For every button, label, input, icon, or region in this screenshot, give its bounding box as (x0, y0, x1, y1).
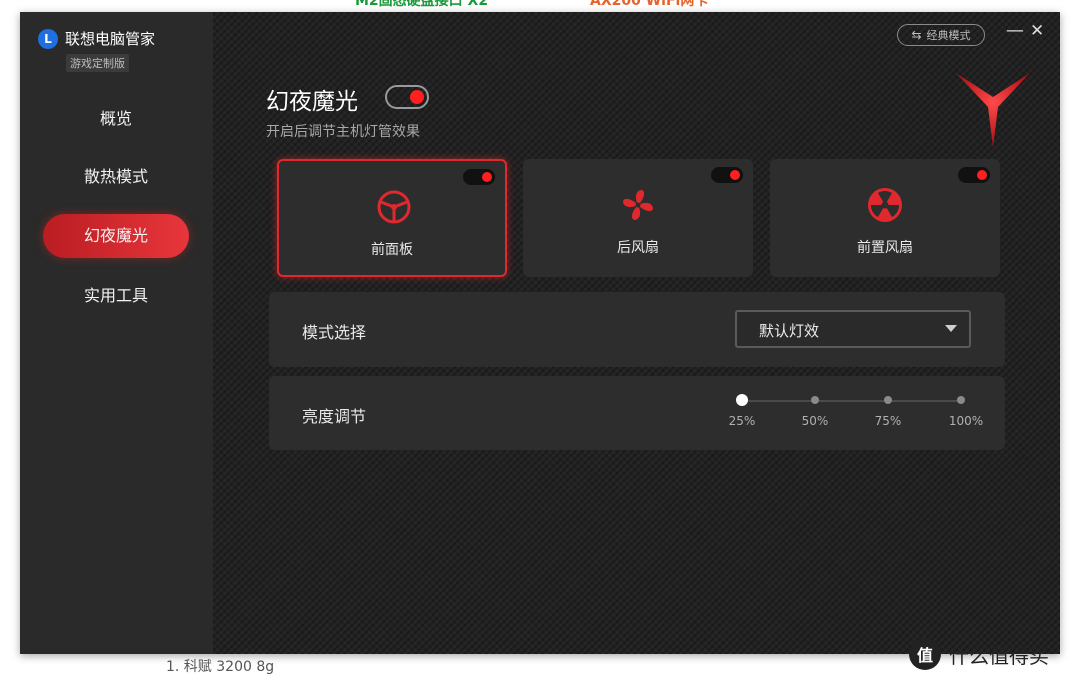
classic-mode-button[interactable]: ⇆ 经典模式 (897, 24, 985, 46)
mode-select-label: 模式选择 (302, 323, 367, 342)
front-fan-toggle[interactable] (958, 167, 990, 183)
page-title: 幻夜魔光 (266, 89, 358, 115)
sidebar: L 联想电脑管家 游戏定制版 概览 散热模式 幻夜魔光 实用工具 (20, 12, 213, 654)
legion-y-logo-icon (956, 73, 1030, 147)
lighting-master-toggle[interactable] (385, 85, 429, 109)
watermark-text: 什么值得买 (949, 643, 1049, 668)
switch-arrows-icon: ⇆ (911, 28, 922, 42)
brightness-row: 亮度调节 25% 50% 75% 100% (269, 376, 1005, 450)
zone-card-front-fan[interactable]: 前置风扇 (770, 159, 1000, 277)
brightness-label: 亮度调节 (302, 407, 367, 426)
sidebar-item-lighting[interactable]: 幻夜魔光 (43, 214, 189, 258)
page-description: 开启后调节主机灯管效果 (266, 124, 420, 140)
main-panel: ⇆ 经典模式 — ✕ 幻夜魔光 开启后调节主机灯管效果 前面板 后风扇 前置风扇… (213, 12, 1060, 654)
background-heading-left: M2固态硬盘接口 X2 (355, 0, 489, 9)
brightness-level-label: 100% (948, 414, 984, 428)
sidebar-item-tools[interactable]: 实用工具 (43, 274, 189, 318)
zone-card-front-panel[interactable]: 前面板 (277, 159, 507, 277)
zone-card-rear-fan[interactable]: 后风扇 (523, 159, 753, 277)
smzdm-logo-icon: 值 (909, 638, 941, 670)
brand: L 联想电脑管家 (38, 28, 155, 49)
front-panel-toggle[interactable] (463, 169, 495, 185)
brightness-step-75[interactable] (884, 396, 892, 404)
sidebar-item-overview[interactable]: 概览 (43, 97, 189, 141)
toggle-knob (730, 170, 740, 180)
classic-mode-label: 经典模式 (926, 29, 971, 42)
lenovo-logo-icon: L (38, 28, 58, 49)
brightness-step-50[interactable] (811, 396, 819, 404)
mode-dropdown[interactable]: 默认灯效 (735, 310, 971, 348)
minimize-icon[interactable]: — (1006, 20, 1024, 41)
brightness-step-100[interactable] (957, 396, 965, 404)
zone-label: 前置风扇 (857, 240, 913, 256)
toggle-knob (410, 90, 424, 104)
close-icon[interactable]: ✕ (1030, 21, 1044, 41)
app-window: L 联想电脑管家 游戏定制版 概览 散热模式 幻夜魔光 实用工具 ⇆ 经典模式 … (20, 12, 1060, 654)
brightness-level-label: 75% (874, 414, 902, 428)
brightness-level-label: 25% (728, 414, 756, 428)
watermark: 值 什么值得买 (909, 638, 1049, 670)
steering-wheel-icon (377, 190, 411, 224)
zone-label: 后风扇 (617, 240, 659, 256)
chevron-down-icon (945, 325, 957, 332)
toggle-knob (977, 170, 987, 180)
brightness-slider-handle[interactable] (736, 394, 748, 406)
mode-dropdown-value: 默认灯效 (759, 322, 820, 340)
brightness-level-label: 50% (801, 414, 829, 428)
brightness-slider-track[interactable] (741, 400, 961, 402)
fan-icon (623, 190, 653, 220)
rear-fan-toggle[interactable] (711, 167, 743, 183)
toggle-knob (482, 172, 492, 182)
mode-select-row: 模式选择 默认灯效 (269, 292, 1005, 367)
zone-label: 前面板 (371, 242, 413, 258)
background-note: 1. 科赋 3200 8g (166, 659, 275, 675)
background-heading-right: AX200 WiFi网卡 (590, 0, 709, 9)
app-name: 联想电脑管家 (65, 30, 156, 48)
fan-radial-icon (868, 188, 902, 222)
app-edition-badge: 游戏定制版 (66, 54, 129, 72)
sidebar-item-cooling[interactable]: 散热模式 (43, 155, 189, 199)
